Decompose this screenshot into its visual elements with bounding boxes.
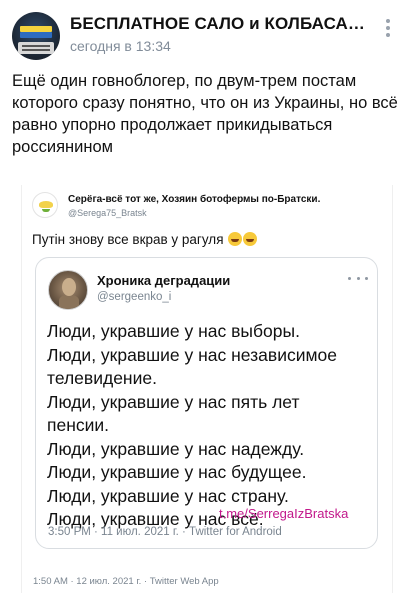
quoted-tweet-text: Люди, укравшие у нас выборы. Люди, украв… xyxy=(47,320,372,532)
group-avatar[interactable] xyxy=(12,12,60,60)
quoted-line: Люди, укравшие у нас страну. xyxy=(47,485,289,506)
telegram-watermark: t.me/SerregaIzBratska xyxy=(219,506,349,521)
tweet-author-avatar xyxy=(32,192,58,218)
more-vertical-icon xyxy=(386,19,390,37)
quoted-author-avatar xyxy=(48,270,88,310)
post-image-attachment[interactable]: Серёга-всё тот же, Хозяин ботофермы по-Б… xyxy=(21,185,393,593)
post-time[interactable]: сегодня в 13:34 xyxy=(70,38,171,54)
post-header: БЕСПЛАТНОЕ САЛО и КОЛБАСА П... сегодня в… xyxy=(0,0,414,64)
quoted-line: Люди, укравшие у нас выборы. xyxy=(47,321,300,341)
tweet-footer-meta: 1:50 AM · 12 июл. 2021 г. · Twitter Web … xyxy=(33,576,219,587)
quoted-tweet-meta: 3:50 PM · 11 июл. 2021 г. · Twitter for … xyxy=(48,526,282,538)
more-horizontal-icon xyxy=(348,272,368,284)
quoted-author-name: Хроника деградации xyxy=(97,273,231,288)
quoted-author-handle: @sergeenko_i xyxy=(97,291,172,303)
avatar-badge xyxy=(18,42,54,54)
more-button[interactable] xyxy=(374,14,402,42)
tweet-text-body: Путін знову все вкрав у рагуля xyxy=(32,232,224,247)
quoted-line: Люди, укравшие у нас будущее. xyxy=(47,462,307,482)
quoted-line: пенсии. xyxy=(47,415,110,435)
rofl-emoji-icon xyxy=(243,232,258,246)
quoted-line: Люди, укравшие у нас надежду. xyxy=(47,438,305,459)
post-text: Ещё один говноблогер, по двум-трем поста… xyxy=(12,72,398,156)
quoted-line: Люди, укравшие у нас независимое xyxy=(47,344,337,365)
rofl-emoji-icon xyxy=(228,232,243,246)
tweet-header: Серёга-всё тот же, Хозяин ботофермы по-Б… xyxy=(32,192,382,222)
avatar-flag-blue xyxy=(20,32,52,38)
quoted-line: телевидение. xyxy=(47,368,157,388)
tweet-author-name: Серёга-всё тот же, Хозяин ботофермы по-Б… xyxy=(68,194,321,205)
quoted-line: Люди, укравшие у нас пять лет xyxy=(47,391,300,412)
quoted-tweet-card: Хроника деградации @sergeenko_i Люди, ук… xyxy=(35,257,378,549)
tweet-author-handle: @Serega75_Bratsk xyxy=(68,208,147,218)
group-name[interactable]: БЕСПЛАТНОЕ САЛО и КОЛБАСА П... xyxy=(70,14,366,34)
tweet-text: Путін знову все вкрав у рагуля xyxy=(32,232,258,247)
